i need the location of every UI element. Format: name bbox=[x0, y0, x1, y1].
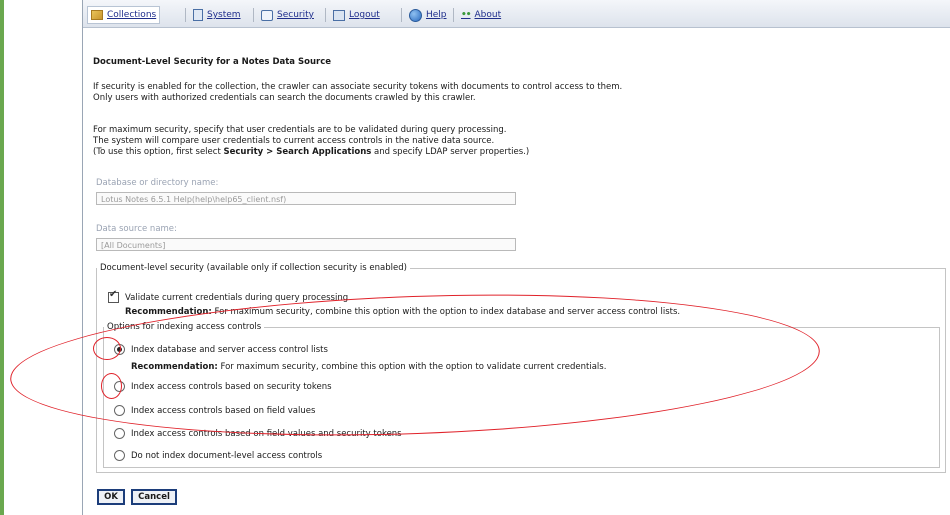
ok-button[interactable]: OK bbox=[97, 489, 125, 505]
security-icon bbox=[261, 9, 273, 21]
index-security-tokens-label: Index access controls based on security … bbox=[131, 382, 332, 392]
index-acl-label: Index database and server access control… bbox=[131, 345, 328, 355]
menu-collections[interactable]: Collections bbox=[87, 6, 161, 24]
validate-credentials-checkbox[interactable] bbox=[108, 289, 119, 303]
menu-path: Security > Search Applications bbox=[223, 147, 372, 157]
logout-icon bbox=[333, 9, 345, 21]
validate-credentials-label: Validate current credentials during quer… bbox=[125, 293, 349, 303]
menu-help[interactable]: Help bbox=[409, 7, 447, 23]
max-security-text-1: For maximum security, specify that user … bbox=[93, 125, 507, 135]
database-name-field: Lotus Notes 6.5.1 Help(help\help65_clien… bbox=[96, 192, 516, 205]
menu-divider bbox=[253, 8, 254, 22]
menu-divider bbox=[325, 8, 326, 22]
intro-text-2: Only users with authorized credentials c… bbox=[93, 93, 476, 103]
menu-logout[interactable]: Logout bbox=[333, 7, 380, 23]
menu-system[interactable]: System bbox=[193, 7, 241, 23]
menu-divider bbox=[401, 8, 402, 22]
document-icon bbox=[193, 9, 203, 21]
index-field-values-tokens-label: Index access controls based on field val… bbox=[131, 429, 402, 439]
max-security-text-3: (To use this option, first select Securi… bbox=[93, 147, 530, 157]
index-security-tokens-radio[interactable] bbox=[114, 381, 125, 392]
admin-console-frame: Collections System Security Logout Help … bbox=[82, 0, 950, 515]
index-field-values-radio[interactable] bbox=[114, 405, 125, 416]
index-field-values-label: Index access controls based on field val… bbox=[131, 406, 316, 416]
index-field-values-tokens-radio[interactable] bbox=[114, 428, 125, 439]
data-source-name-label: Data source name: bbox=[96, 224, 177, 234]
index-acl-recommendation: Recommendation: For maximum security, co… bbox=[131, 362, 607, 372]
document-level-security-legend: Document-level security (available only … bbox=[100, 263, 407, 273]
no-index-radio[interactable] bbox=[114, 450, 125, 461]
max-security-text-2: The system will compare user credentials… bbox=[93, 136, 495, 146]
menu-security[interactable]: Security bbox=[261, 7, 314, 23]
indexing-options-legend: Options for indexing access controls bbox=[107, 322, 262, 332]
left-edge-strip bbox=[0, 0, 4, 515]
no-index-label: Do not index document-level access contr… bbox=[131, 451, 323, 461]
page-title: Document-Level Security for a Notes Data… bbox=[93, 57, 331, 67]
cancel-button[interactable]: Cancel bbox=[131, 489, 177, 505]
database-name-label: Database or directory name: bbox=[96, 178, 219, 188]
validate-recommendation: Recommendation: For maximum security, co… bbox=[125, 307, 681, 317]
intro-text-1: If security is enabled for the collectio… bbox=[93, 82, 623, 92]
folder-icon bbox=[91, 10, 103, 20]
help-icon bbox=[409, 8, 422, 22]
index-acl-radio[interactable] bbox=[114, 344, 125, 355]
data-source-name-field: [All Documents] bbox=[96, 238, 516, 251]
top-menu-bar: Collections System Security Logout Help … bbox=[83, 0, 950, 28]
menu-divider bbox=[185, 8, 186, 22]
menu-divider bbox=[453, 8, 454, 22]
menu-about[interactable]: •• About bbox=[461, 7, 501, 23]
about-icon: •• bbox=[461, 10, 471, 20]
indexing-options-group: Options for indexing access controls bbox=[103, 322, 940, 468]
